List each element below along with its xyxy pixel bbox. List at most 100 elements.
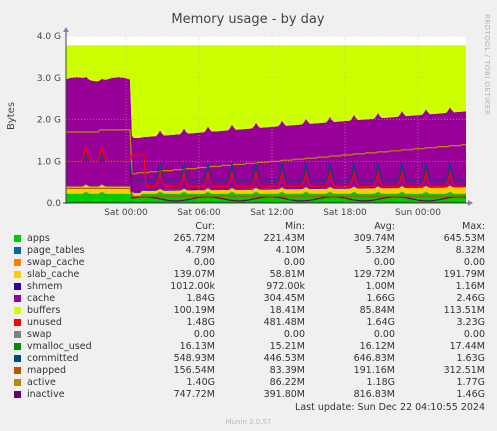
legend-min: 972.00k — [266, 281, 305, 292]
col-min: Min: — [284, 221, 305, 232]
legend-avg: 0.00 — [373, 257, 395, 268]
legend-label: active — [27, 377, 56, 388]
legend-row-unused: unused 1.48G 481.48M 1.64G 3.23G — [12, 317, 492, 329]
col-max: Max: — [462, 221, 485, 232]
legend-cur: 16.13M — [179, 341, 215, 352]
legend-cur: 100.19M — [173, 305, 215, 316]
legend-row-mapped: mapped 156.54M 83.39M 191.16M 312.51M — [12, 365, 492, 377]
legend-min: 18.41M — [269, 305, 305, 316]
y-tick-label: 0.0 — [47, 199, 62, 209]
legend-avg: 191.16M — [353, 365, 395, 376]
munin-version: Munin 2.0.57 — [225, 418, 272, 426]
legend-row-active: active 1.40G 86.22M 1.18G 1.77G — [12, 377, 492, 389]
x-tick-label: Sat 00:00 — [104, 208, 148, 218]
y-tick-label: 1.0 G — [37, 157, 61, 167]
legend-avg: 1.66G — [366, 293, 395, 304]
legend-min: 86.22M — [269, 377, 305, 388]
legend-row-page-tables: page_tables 4.79M 4.10M 5.32M 8.32M — [12, 245, 492, 257]
legend-row-swap: swap 0.00 0.00 0.00 0.00 — [12, 329, 492, 341]
legend-min: 15.21M — [269, 341, 305, 352]
y-tick-label: 4.0 G — [37, 32, 61, 42]
legend-max: 1.16M — [455, 281, 485, 292]
legend-cur: 156.54M — [173, 365, 215, 376]
legend-max: 0.00 — [463, 257, 485, 268]
legend-avg: 309.74M — [353, 233, 395, 244]
legend-avg: 1.00M — [365, 281, 395, 292]
legend-cur: 548.93M — [173, 353, 215, 364]
legend-max: 2.46G — [456, 293, 485, 304]
legend-swatch — [14, 307, 21, 314]
y-tick-label: 2.0 G — [37, 116, 61, 126]
legend-avg: 1.64G — [366, 317, 395, 328]
legend-cur: 1.40G — [186, 377, 215, 388]
last-update: Last update: Sun Dec 22 04:10:55 2024 — [295, 402, 485, 413]
legend-cur: 1.48G — [186, 317, 215, 328]
legend-cur: 4.79M — [185, 245, 215, 256]
legend-max: 17.44M — [449, 341, 485, 352]
legend-row-cache: cache 1.84G 304.45M 1.66G 2.46G — [12, 293, 492, 305]
legend-cur: 747.72M — [173, 389, 215, 400]
chart-title: Memory usage - by day — [171, 12, 324, 27]
legend-label: apps — [27, 233, 50, 244]
legend-label: shmem — [27, 281, 63, 292]
legend-row-vmalloc-used: vmalloc_used 16.13M 15.21M 16.12M 17.44M — [12, 341, 492, 353]
x-tick-label: Sat 12:00 — [250, 208, 294, 218]
legend-swatch — [14, 331, 21, 338]
legend-min: 4.10M — [275, 245, 305, 256]
legend-swatch — [14, 247, 21, 254]
legend-label: mapped — [27, 365, 67, 376]
x-axis-arrow — [468, 200, 473, 206]
legend-cur: 0.00 — [193, 329, 215, 340]
legend-row-buffers: buffers 100.19M 18.41M 85.84M 113.51M — [12, 305, 492, 317]
legend-table: Cur: Min: Avg: Max: apps 265.72M 221.43M 30… — [12, 221, 492, 401]
y-axis-label: Bytes — [6, 102, 17, 130]
legend-row-apps: apps 265.72M 221.43M 309.74M 645.53M — [12, 233, 492, 245]
legend-swatch — [14, 355, 21, 362]
legend-avg: 16.12M — [359, 341, 395, 352]
legend-label: slab_cache — [27, 269, 80, 280]
legend-cur: 265.72M — [173, 233, 215, 244]
col-cur: Cur: — [195, 221, 215, 232]
legend-max: 3.23G — [456, 317, 485, 328]
legend-row-inactive: inactive 747.72M 391.80M 816.83M 1.46G — [12, 389, 492, 401]
x-tick-label: Sat 06:00 — [177, 208, 221, 218]
legend-swatch — [14, 343, 21, 350]
legend-max: 191.79M — [443, 269, 485, 280]
legend-swatch — [14, 235, 21, 242]
legend-label: page_tables — [27, 245, 85, 256]
legend-swatch — [14, 319, 21, 326]
legend-min: 83.39M — [269, 365, 305, 376]
legend-min: 304.45M — [263, 293, 305, 304]
legend-max: 1.46G — [456, 389, 485, 400]
legend-min: 0.00 — [283, 257, 305, 268]
legend-avg: 1.18G — [366, 377, 395, 388]
legend-swatch — [14, 367, 21, 374]
legend-row-committed: committed 548.93M 446.53M 646.83M 1.63G — [12, 353, 492, 365]
legend-avg: 5.32M — [365, 245, 395, 256]
legend-avg: 85.84M — [359, 305, 395, 316]
legend-swatch — [14, 259, 21, 266]
legend-avg: 129.72M — [353, 269, 395, 280]
legend-swatch — [14, 391, 21, 398]
legend-row-slab-cache: slab_cache 139.07M 58.81M 129.72M 191.79M — [12, 269, 492, 281]
legend-label: buffers — [27, 305, 61, 316]
x-tick-label: Sat 18:00 — [323, 208, 367, 218]
legend-avg: 646.83M — [353, 353, 395, 364]
legend-label: inactive — [27, 389, 65, 400]
legend-row-swap-cache: swap_cache 0.00 0.00 0.00 0.00 — [12, 257, 492, 269]
legend-min: 391.80M — [263, 389, 305, 400]
legend-min: 481.48M — [263, 317, 305, 328]
x-ticks: Sat 00:00 Sat 06:00 Sat 12:00 Sat 18:00 Sun … — [104, 208, 441, 218]
legend-max: 1.77G — [456, 377, 485, 388]
rrdtool-credit: RRDTOOL / TOBI OETIKER — [483, 14, 491, 115]
legend-cur: 139.07M — [173, 269, 215, 280]
legend-max: 312.51M — [443, 365, 485, 376]
x-tick-label: Sun 00:00 — [395, 208, 441, 218]
legend-label: swap_cache — [27, 257, 85, 268]
y-ticks: 0.0 1.0 G 2.0 G 3.0 G 4.0 G — [37, 32, 61, 209]
legend-max: 0.00 — [463, 329, 485, 340]
legend-label: committed — [27, 353, 79, 364]
legend-swatch — [14, 379, 21, 386]
legend-swatch — [14, 295, 21, 302]
legend-min: 446.53M — [263, 353, 305, 364]
